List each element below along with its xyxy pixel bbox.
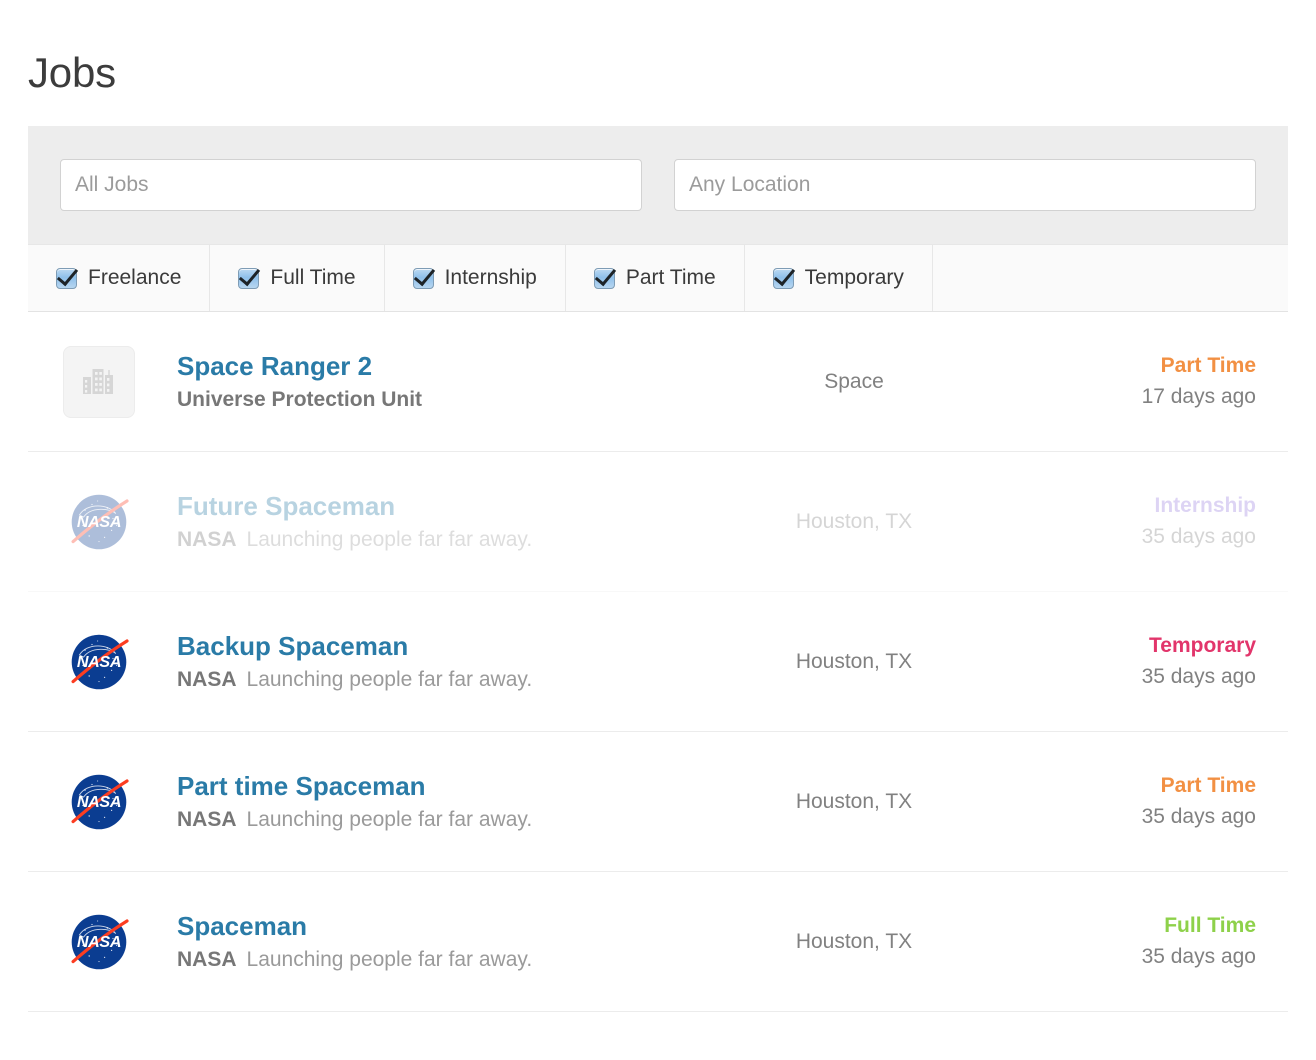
job-type-filter-temporary[interactable]: Temporary bbox=[745, 245, 933, 311]
nasa-logo-icon: NASA bbox=[64, 767, 134, 837]
job-logo-cell: NASA bbox=[58, 627, 140, 697]
job-board-page: Jobs Freelance Full Time Internship Part Ti… bbox=[0, 0, 1316, 1060]
job-type-filter-full-time[interactable]: Full Time bbox=[210, 245, 384, 311]
job-company-tagline: Launching people far far away. bbox=[247, 528, 533, 551]
job-company-name: NASA bbox=[177, 528, 237, 551]
company-logo-placeholder bbox=[63, 346, 135, 418]
job-type-badge: Part Time bbox=[1004, 352, 1256, 380]
job-meta-cell: Temporary 35 days ago bbox=[1004, 632, 1284, 692]
job-company-line: NASA Launching people far far away. bbox=[177, 946, 704, 973]
job-title[interactable]: Backup Spaceman bbox=[177, 630, 704, 663]
job-type-filter-label: Full Time bbox=[270, 266, 355, 290]
nasa-logo-icon: NASA bbox=[64, 907, 134, 977]
job-info-cell: Future Spaceman NASA Launching people far … bbox=[140, 490, 704, 554]
job-title[interactable]: Space Ranger 2 bbox=[177, 350, 704, 383]
job-posted-date: 17 days ago bbox=[1004, 383, 1256, 411]
job-company-name: NASA bbox=[177, 948, 237, 971]
job-board-widget: Freelance Full Time Internship Part Time Tem… bbox=[28, 126, 1288, 1012]
checkbox-checked-icon[interactable] bbox=[413, 268, 434, 289]
job-meta-cell: Internship 35 days ago bbox=[1004, 492, 1284, 552]
job-info-cell: Spaceman NASA Launching people far far awa… bbox=[140, 910, 704, 974]
job-title[interactable]: Future Spaceman bbox=[177, 490, 704, 523]
job-info-cell: Backup Spaceman NASA Launching people far … bbox=[140, 630, 704, 694]
job-logo-cell: NASA bbox=[58, 487, 140, 557]
job-location: Houston, TX bbox=[704, 790, 1004, 814]
job-location: Houston, TX bbox=[704, 650, 1004, 674]
job-posted-date: 35 days ago bbox=[1004, 663, 1256, 691]
job-type-filter-label: Freelance bbox=[88, 266, 181, 290]
job-company-name: NASA bbox=[177, 668, 237, 691]
job-list: Space Ranger 2Universe Protection UnitSp… bbox=[28, 312, 1288, 1012]
job-list-item[interactable]: NASA Backup Spaceman NASA Launching people … bbox=[28, 592, 1288, 732]
job-logo-cell: NASA bbox=[58, 767, 140, 837]
job-title[interactable]: Part time Spaceman bbox=[177, 770, 704, 803]
job-type-filter-label: Temporary bbox=[805, 266, 904, 290]
job-info-cell: Part time Spaceman NASA Launching people f… bbox=[140, 770, 704, 834]
job-type-filter-internship[interactable]: Internship bbox=[385, 245, 566, 311]
job-info-cell: Space Ranger 2 Universe Protection Unit bbox=[140, 350, 704, 414]
job-type-filter-label: Part Time bbox=[626, 266, 716, 290]
job-meta-cell: Full Time 35 days ago bbox=[1004, 912, 1284, 972]
job-company-tagline: Launching people far far away. bbox=[247, 808, 533, 831]
job-type-badge: Internship bbox=[1004, 492, 1256, 520]
job-type-badge: Temporary bbox=[1004, 632, 1256, 660]
job-search-bar bbox=[28, 126, 1288, 244]
svg-text:NASA: NASA bbox=[77, 652, 121, 670]
job-logo-cell bbox=[58, 346, 140, 418]
search-keyword-input[interactable] bbox=[60, 159, 642, 211]
filter-row-spacer bbox=[933, 245, 1288, 311]
job-company-line: NASA Launching people far far away. bbox=[177, 806, 704, 833]
job-company-tagline: Launching people far far away. bbox=[247, 948, 533, 971]
job-title[interactable]: Spaceman bbox=[177, 910, 704, 943]
job-type-filter-label: Internship bbox=[445, 266, 537, 290]
job-location: Houston, TX bbox=[704, 510, 1004, 534]
job-list-item[interactable]: NASA Spaceman NASA Launching people far far… bbox=[28, 872, 1288, 1012]
job-posted-date: 35 days ago bbox=[1004, 523, 1256, 551]
checkbox-checked-icon[interactable] bbox=[594, 268, 615, 289]
job-type-badge: Part Time bbox=[1004, 772, 1256, 800]
svg-text:NASA: NASA bbox=[77, 512, 121, 530]
svg-text:NASA: NASA bbox=[77, 792, 121, 810]
page-title: Jobs bbox=[28, 50, 116, 96]
job-type-badge: Full Time bbox=[1004, 912, 1256, 940]
job-company-line: Universe Protection Unit bbox=[177, 386, 704, 413]
svg-text:NASA: NASA bbox=[77, 932, 121, 950]
job-location: Houston, TX bbox=[704, 930, 1004, 954]
job-list-item[interactable]: NASA Future Spaceman NASA Launching people … bbox=[28, 452, 1288, 592]
checkbox-checked-icon[interactable] bbox=[238, 268, 259, 289]
checkbox-checked-icon[interactable] bbox=[773, 268, 794, 289]
job-meta-cell: Part Time 17 days ago bbox=[1004, 352, 1284, 412]
job-type-filter-part-time[interactable]: Part Time bbox=[566, 245, 745, 311]
company-placeholder-icon bbox=[81, 364, 117, 400]
job-company-tagline: Launching people far far away. bbox=[247, 668, 533, 691]
job-list-item[interactable]: Space Ranger 2Universe Protection UnitSp… bbox=[28, 312, 1288, 452]
job-logo-cell: NASA bbox=[58, 907, 140, 977]
job-list-item[interactable]: NASA Part time Spaceman NASA Launching peop… bbox=[28, 732, 1288, 872]
job-company-name: NASA bbox=[177, 808, 237, 831]
nasa-logo-icon: NASA bbox=[64, 627, 134, 697]
search-location-input[interactable] bbox=[674, 159, 1256, 211]
checkbox-checked-icon[interactable] bbox=[56, 268, 77, 289]
job-type-filter-freelance[interactable]: Freelance bbox=[28, 245, 210, 311]
job-company-name: Universe Protection Unit bbox=[177, 388, 422, 411]
job-posted-date: 35 days ago bbox=[1004, 943, 1256, 971]
job-meta-cell: Part Time 35 days ago bbox=[1004, 772, 1284, 832]
job-posted-date: 35 days ago bbox=[1004, 803, 1256, 831]
job-type-filter-row: Freelance Full Time Internship Part Time Tem… bbox=[28, 244, 1288, 312]
job-location: Space bbox=[704, 370, 1004, 394]
job-company-line: NASA Launching people far far away. bbox=[177, 526, 704, 553]
nasa-logo-icon: NASA bbox=[64, 487, 134, 557]
job-company-line: NASA Launching people far far away. bbox=[177, 666, 704, 693]
